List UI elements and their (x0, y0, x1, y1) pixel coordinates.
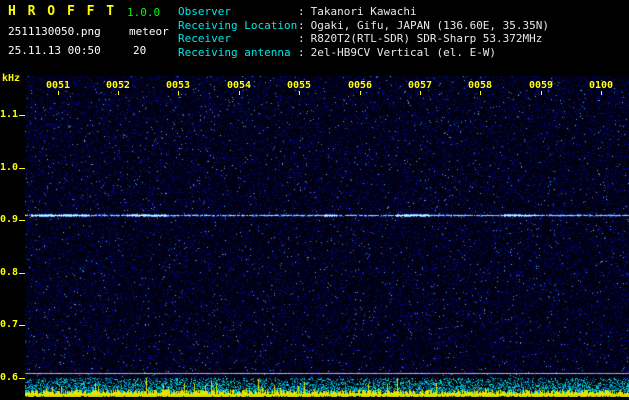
spectrogram-canvas (25, 76, 629, 397)
time-tick-label: 0051 (45, 80, 71, 91)
info-label: Receiving antenna (178, 45, 291, 59)
time-tick-label: 0100 (588, 80, 614, 91)
time-tick-label: 0059 (528, 80, 554, 91)
freq-tick-mark (19, 273, 25, 274)
time-tick-label: 0055 (286, 80, 312, 91)
header-info: Observer: Takanori Kawachi Receiving Loca… (178, 5, 549, 59)
time-tick-label: 0054 (226, 80, 252, 91)
time-tick-mark (420, 91, 421, 95)
datetime-label: 25.11.13 00:50 (8, 44, 101, 57)
time-tick-mark (541, 91, 542, 95)
info-label: Receiving Location (178, 18, 298, 32)
echo-count: 20 (133, 44, 147, 57)
freq-tick-label: 0.9 (0, 214, 19, 225)
info-row-receiver: Receiver: R820T2(RTL-SDR) SDR-Sharp 53.37… (178, 32, 549, 46)
info-value: Ogaki, Gifu, JAPAN (136.60E, 35.35N) (310, 18, 550, 32)
mode-label: meteor (129, 25, 169, 38)
freq-tick-mark (19, 378, 25, 379)
time-tick-mark (360, 91, 361, 95)
freq-tick-mark (19, 115, 25, 116)
info-value: R820T2(RTL-SDR) SDR-Sharp 53.372MHz (310, 32, 543, 45)
time-tick-mark (239, 91, 240, 95)
info-row-location: Receiving Location: Ogaki, Gifu, JAPAN (1… (178, 19, 549, 33)
freq-tick-label: 1.1 (0, 109, 19, 120)
info-separator: : (298, 32, 305, 45)
app-title: H R O F F T (8, 4, 117, 19)
info-value: 2el-HB9CV Vertical (el. E-W) (310, 45, 497, 59)
time-tick-mark (299, 91, 300, 95)
info-separator: : (298, 45, 305, 59)
time-tick-mark (58, 91, 59, 95)
freq-tick-label: 0.6 (0, 372, 19, 383)
time-tick-label: 0053 (165, 80, 191, 91)
freq-tick-mark (19, 220, 25, 221)
freq-tick-mark (19, 168, 25, 169)
freq-tick-mark (19, 325, 25, 326)
time-tick-label: 0057 (407, 80, 433, 91)
time-tick-mark (178, 91, 179, 95)
freq-tick-label: 0.8 (0, 267, 19, 278)
time-tick-mark (601, 91, 602, 95)
time-tick-label: 0058 (467, 80, 493, 91)
info-row-observer: Observer: Takanori Kawachi (178, 5, 549, 19)
app-version: 1.0.0 (127, 6, 161, 19)
time-tick-mark (118, 91, 119, 95)
hrofft-screen: H R O F F T 1.0.0 2511130050.png meteor … (0, 0, 629, 400)
info-label: Observer (178, 5, 231, 18)
info-separator: : (298, 18, 305, 32)
info-value: Takanori Kawachi (310, 5, 417, 18)
time-tick-label: 0056 (347, 80, 373, 91)
output-filename: 2511130050.png (8, 25, 101, 38)
info-separator: : (298, 5, 305, 18)
info-label: Receiver (178, 32, 231, 45)
freq-tick-label: 1.0 (0, 162, 19, 173)
time-tick-mark (480, 91, 481, 95)
time-tick-label: 0052 (105, 80, 131, 91)
y-axis-unit-label: kHz (2, 73, 21, 84)
freq-tick-label: 0.7 (0, 319, 19, 330)
info-row-antenna: Receiving antenna:2el-HB9CV Vertical (el… (178, 46, 549, 60)
